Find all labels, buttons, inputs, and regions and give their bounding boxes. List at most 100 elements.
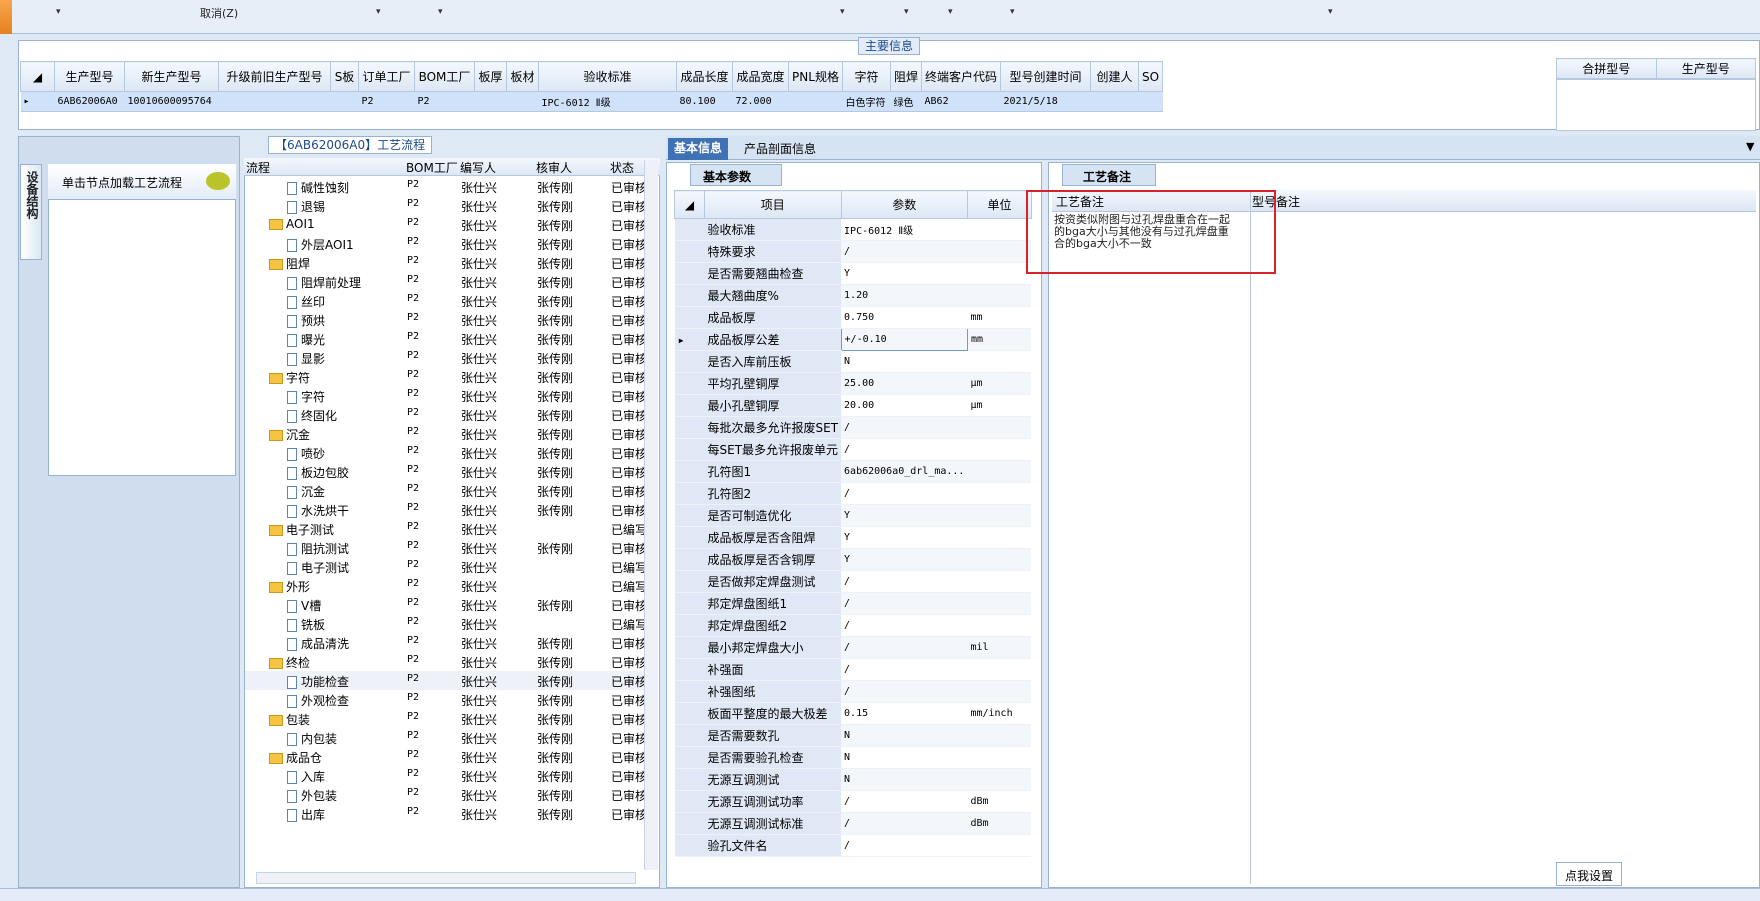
tree-row[interactable]: 阻抗测试 P2 张仕兴 张传刚 已审核 [245,538,647,557]
main-info-col[interactable]: 终端客户代码 [921,61,1002,92]
param-val[interactable]: N [841,768,968,791]
param-row[interactable]: 孔符图1 6ab62006a0_drl_ma... [674,460,1032,483]
param-val[interactable]: 0.750 [841,306,968,329]
tree-node-label[interactable]: 沉金 [269,426,310,443]
tree-node-label[interactable]: 丝印 [287,293,325,310]
param-row[interactable]: 特殊要求 / [674,240,1032,263]
tree-row[interactable]: 沉金 P2 张仕兴 张传刚 已审核 [245,481,647,500]
tree-row[interactable]: 外层AOI1 P2 张仕兴 张传刚 已审核 [245,234,647,253]
param-val[interactable]: / [841,834,968,857]
param-val[interactable]: / [841,790,968,813]
tree-node-label[interactable]: 曝光 [287,331,325,348]
param-val[interactable]: 6ab62006a0_drl_ma... [841,460,968,483]
tree-node-label[interactable]: 功能检查 [287,673,349,690]
row-pointer-icon[interactable]: ▸ [20,91,55,112]
tree-row[interactable]: 电子测试 P2 张仕兴 已编写 [245,519,647,538]
tree-row[interactable]: 出库 P2 张仕兴 张传刚 已审核 [245,804,647,823]
tree-row[interactable]: 终固化 P2 张仕兴 张传刚 已审核 [245,405,647,424]
main-info-cell[interactable]: P2 [358,91,415,112]
param-row[interactable]: 孔符图2/ [674,482,1032,505]
tree-node-label[interactable]: 电子测试 [287,559,349,576]
col-unit[interactable]: 单位 [966,190,1032,219]
param-row[interactable]: 验收标准 IPC-6012 Ⅱ级 [674,218,1032,241]
tree-row[interactable]: 喷砂 P2 张仕兴 张传刚 已审核 [245,443,647,462]
param-val[interactable]: / [841,592,968,615]
main-info-col[interactable]: 阻焊 [889,61,923,92]
tree-node-label[interactable]: 入库 [287,768,325,785]
tree-node-label[interactable]: 外层AOI1 [287,236,354,253]
main-info-col[interactable]: S板 [330,61,359,92]
tree-node-label[interactable]: 喷砂 [287,445,325,462]
param-val[interactable]: / [841,658,968,681]
col-reviewer[interactable]: 核审人 [536,159,572,176]
tree-row[interactable]: 外观检查 P2 张仕兴 张传刚 已审核 [245,690,647,709]
tab-basic-info[interactable]: 基本信息 [668,138,729,160]
tree-node-label[interactable]: AOI1 [269,217,315,231]
tree-row[interactable]: 显影 P2 张仕兴 张传刚 已审核 [245,348,647,367]
main-info-cell[interactable]: P2 [414,91,475,112]
tree-row[interactable]: 预烘 P2 张仕兴 张传刚 已审核 [245,310,647,329]
cancel-menu-item[interactable]: 取消(Z) [200,5,238,21]
tree-row[interactable]: 终检 P2 张仕兴 张传刚 已审核 [245,652,647,671]
main-info-cell[interactable]: 绿色 [890,91,922,112]
tree-row[interactable]: 阻焊 P2 张仕兴 张传刚 已审核 [245,253,647,272]
dropdown-arrow-icon[interactable]: ▾ [56,7,61,17]
tree-vertical-scrollbar[interactable] [644,160,658,870]
param-val[interactable]: Y [841,548,968,571]
col-writer[interactable]: 编写人 [460,159,496,176]
param-row[interactable]: 是否需要数孔 N [674,724,1032,747]
param-val[interactable]: IPC-6012 Ⅱ级 [841,218,968,241]
tree-row[interactable]: 丝印 P2 张仕兴 张传刚 已审核 [245,291,647,310]
main-info-col[interactable]: 成品长度 [676,61,733,92]
tree-row[interactable]: 沉金 P2 张仕兴 张传刚 已审核 [245,424,647,443]
main-info-col[interactable]: PNL规格 [788,61,843,92]
param-val[interactable]: / [841,416,968,439]
tree-node-label[interactable]: 成品仓 [269,749,322,766]
param-val[interactable]: / [841,614,968,637]
main-info-col[interactable]: 型号创建时间 [1000,61,1092,92]
tree-row[interactable]: 退锡 P2 张仕兴 张传刚 已审核 [245,196,647,215]
main-info-col[interactable]: 板材 [506,61,539,92]
tree-row[interactable]: 入库 P2 张仕兴 张传刚 已审核 [245,766,647,785]
param-val[interactable]: / [841,570,968,593]
param-row[interactable]: 邦定焊盘图纸2/ [674,614,1032,637]
main-info-cell[interactable] [218,91,331,112]
main-info-cell[interactable]: 6AB62006A0 [54,91,125,112]
tree-row[interactable]: 包装 P2 张仕兴 张传刚 已审核 [245,709,647,728]
main-info-cell[interactable]: 白色字符 [842,91,891,112]
tree-row[interactable]: 字符 P2 张仕兴 张传刚 已审核 [245,386,647,405]
tree-row[interactable]: 阻焊前处理 P2 张仕兴 张传刚 已审核 [245,272,647,291]
param-row[interactable]: ▸ 成品板厚公差 +/-0.10 mm [674,328,1032,351]
main-info-cell[interactable]: 10010600095764 [124,91,219,112]
param-row[interactable]: 板面平整度的最大极差 0.15 mm/inch [674,702,1032,725]
tree-node-label[interactable]: 铣板 [287,616,325,633]
main-info-cell[interactable]: 2021/5/18 [1000,91,1091,112]
main-info-col[interactable]: 字符 [842,61,891,92]
tree-row[interactable]: 成品仓 P2 张仕兴 张传刚 已审核 [245,747,647,766]
param-val[interactable]: N [841,350,968,373]
col-item[interactable]: 项目 [704,190,842,219]
param-val[interactable]: Y [841,262,968,285]
col-process[interactable]: 流程 [246,159,270,176]
tree-node-label[interactable]: 退锡 [287,198,325,215]
param-row[interactable]: 无源互调测试 N [674,768,1032,791]
main-info-col[interactable]: 板厚 [474,61,507,92]
param-row[interactable]: 是否需要验孔检查 N [674,746,1032,769]
tree-row[interactable]: 曝光 P2 张仕兴 张传刚 已审核 [245,329,647,348]
tree-node-label[interactable]: 显影 [287,350,325,367]
param-val[interactable]: 20.00 [841,394,968,417]
tree-node-label[interactable]: V槽 [287,597,321,614]
param-row[interactable]: 成品板厚 0.750 mm [674,306,1032,329]
tree-row[interactable]: 字符 P2 张仕兴 张传刚 已审核 [245,367,647,386]
tree-node-label[interactable]: 终检 [269,654,310,671]
tree-node-label[interactable]: 外形 [269,578,310,595]
param-val[interactable]: Y [841,526,968,549]
tree-row[interactable]: 成品清洗 P2 张仕兴 张传刚 已审核 [245,633,647,652]
main-info-cell[interactable] [788,91,843,112]
param-row[interactable]: 是否做邦定焊盘测试 / [674,570,1032,593]
param-row[interactable]: 无源互调测试标准 / dBm [674,812,1032,835]
param-val[interactable]: Y [841,504,968,527]
dropdown-arrow-icon[interactable]: ▾ [1328,7,1333,17]
tree-node-label[interactable]: 水洗烘干 [287,502,349,519]
tree-row[interactable]: 板边包胶 P2 张仕兴 张传刚 已审核 [245,462,647,481]
